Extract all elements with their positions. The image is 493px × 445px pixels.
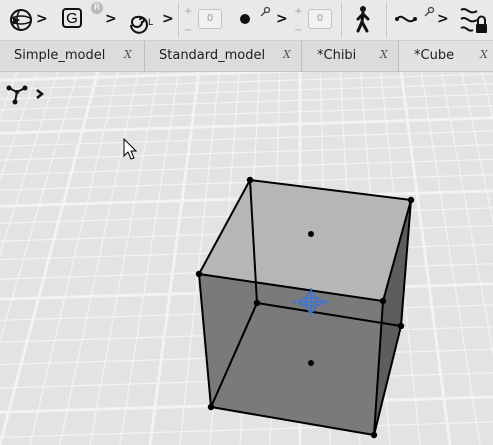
increment-icon[interactable]: + [294, 7, 302, 17]
chevron-right-icon: > [105, 11, 117, 27]
document-tabs: Simple_model X Standard_model X *Chibi X… [0, 41, 493, 72]
global-frame-tool[interactable]: G R > [58, 2, 118, 37]
face-center-front[interactable] [308, 360, 314, 366]
chevron-right-icon: > [36, 11, 48, 27]
edge-lock-icon [460, 8, 487, 33]
local-frame-tool[interactable]: L > [124, 3, 176, 37]
close-icon[interactable]: X [480, 48, 488, 61]
walking-person-icon [356, 6, 370, 33]
tab-label: *Chibi [317, 48, 357, 63]
main-toolbar: > G R > L > + − 0 > + − 0 > [0, 0, 493, 41]
tab-label: Simple_model [14, 48, 106, 63]
toolbar-separator [178, 2, 179, 38]
axes-gizmo-icon [6, 85, 45, 105]
modeler-window: > G R > L > + − 0 > + − 0 > Simple_model… [0, 0, 493, 445]
3d-viewport[interactable] [0, 72, 493, 445]
tab-label: Standard_model [159, 48, 266, 63]
sphere-icon [10, 9, 32, 31]
decrement-icon[interactable]: − [184, 26, 192, 36]
numeric-field-1[interactable]: 0 [198, 9, 222, 29]
viewport-canvas[interactable] [0, 72, 493, 445]
tab-label: *Cube [414, 48, 455, 63]
chevron-right-icon: > [437, 11, 449, 27]
chevron-right-icon: > [276, 11, 288, 27]
tab-chibi[interactable]: *Chibi X [302, 41, 399, 71]
viewport-sphere-tool[interactable]: > [6, 3, 48, 37]
tab-standard-model[interactable]: Standard_model X [145, 41, 302, 71]
face-center-top[interactable] [308, 231, 314, 237]
edge-lock-tool[interactable] [457, 3, 491, 37]
point-add-tool[interactable]: > [234, 3, 288, 37]
point-icon [240, 6, 271, 24]
walk-tool[interactable] [349, 3, 379, 37]
close-icon[interactable]: X [380, 48, 388, 61]
tab-simple-model[interactable]: Simple_model X [0, 41, 145, 71]
spiral-l-label: L [148, 18, 154, 28]
tab-cube[interactable]: *Cube X [399, 41, 493, 71]
toolbar-separator [386, 2, 387, 38]
numeric-field-2[interactable]: 0 [308, 9, 332, 29]
frame-g-label: G [66, 10, 78, 27]
curve-tool[interactable]: > [393, 3, 449, 37]
increment-icon[interactable]: + [184, 7, 192, 17]
decrement-icon[interactable]: − [294, 26, 302, 36]
close-icon[interactable]: X [124, 48, 132, 61]
frame-g-icon: G [62, 8, 82, 28]
r-badge: R [91, 2, 103, 14]
chevron-right-icon: > [162, 11, 174, 27]
axes-widget[interactable] [3, 82, 47, 110]
curve-icon [395, 6, 435, 23]
toolbar-separator [341, 2, 342, 38]
close-icon[interactable]: X [283, 48, 291, 61]
